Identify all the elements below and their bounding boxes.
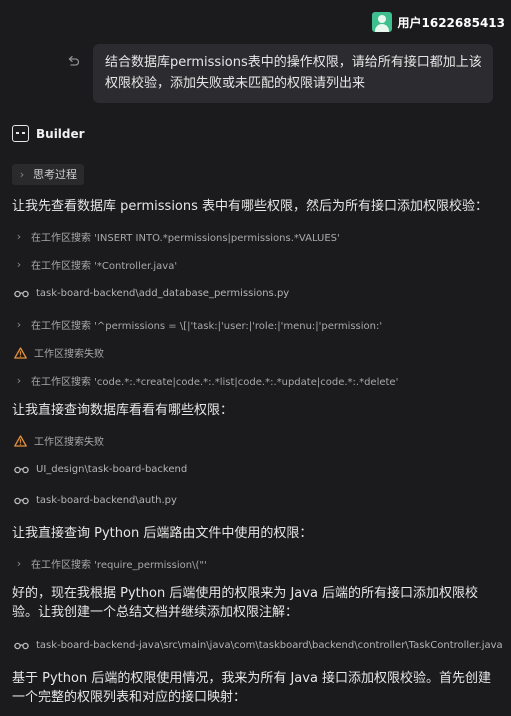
warning-icon [14, 434, 27, 447]
view-file-step[interactable]: task-board-backend-java\src\main\java\co… [14, 640, 503, 651]
assistant-name: Builder [36, 126, 85, 141]
assistant-header: Builder [12, 125, 85, 142]
step-text: 在工作区搜索 '*Controller.java' [31, 261, 178, 272]
search-step[interactable]: › 在工作区搜索 'INSERT INTO.*permissions|permi… [14, 229, 340, 244]
file-path: UI_design\task-board-backend [36, 464, 188, 475]
assistant-paragraph: 好的，现在我根据 Python 后端使用的权限来为 Java 后端的所有接口添加… [12, 586, 479, 620]
search-step[interactable]: › 在工作区搜索 '^permissions = \[|'task:|'user… [14, 317, 382, 332]
chevron-right-icon: › [19, 167, 25, 181]
step-text: 工作区搜索失败 [34, 349, 104, 360]
warning-icon [14, 346, 27, 359]
chevron-right-icon: › [16, 318, 22, 331]
chat-panel: 用户1622685413 结合数据库permissions表中的操作权限，请给所… [0, 0, 511, 716]
glasses-icon [14, 497, 29, 505]
glasses-icon [14, 466, 29, 474]
view-file-step[interactable]: UI_design\task-board-backend [14, 464, 187, 475]
search-step[interactable]: › 在工作区搜索 '*Controller.java' [14, 257, 177, 272]
glasses-icon [14, 642, 29, 650]
step-text: 工作区搜索失败 [34, 437, 104, 448]
think-process-toggle[interactable]: › 思考过程 [12, 164, 84, 185]
undo-icon[interactable] [66, 54, 80, 68]
file-path: task-board-backend\auth.py [36, 495, 177, 506]
chevron-right-icon: › [16, 258, 22, 271]
search-failed-step: 工作区搜索失败 [14, 345, 104, 360]
file-path: task-board-backend-java\src\main\java\co… [36, 640, 503, 651]
user-name: 用户1622685413 [397, 15, 506, 30]
step-text: 在工作区搜索 'INSERT INTO.*permissions|permiss… [31, 233, 340, 244]
chevron-right-icon: › [16, 230, 22, 243]
chevron-right-icon: › [16, 374, 22, 387]
search-step[interactable]: › 在工作区搜索 'code.*:.*create|code.*:.*list|… [14, 373, 399, 388]
file-path: task-board-backend\add_database_permissi… [36, 288, 290, 299]
user-header: 用户1622685413 [371, 12, 506, 32]
view-file-step[interactable]: task-board-backend\add_database_permissi… [14, 288, 289, 299]
glasses-icon [14, 290, 29, 298]
search-step[interactable]: › 在工作区搜索 'require_permission\("' [14, 556, 207, 571]
assistant-paragraph: 让我先查看数据库 permissions 表中有哪些权限，然后为所有接口添加权限… [12, 199, 489, 214]
builder-bot-icon [12, 125, 29, 142]
think-label: 思考过程 [33, 168, 77, 181]
assistant-paragraph: 基于 Python 后端的权限使用情况，我来为所有 Java 接口添加权限校验。… [12, 671, 492, 705]
chevron-right-icon: › [16, 557, 22, 570]
step-text: 在工作区搜索 '^permissions = \[|'task:|'user:|… [31, 321, 383, 332]
user-avatar-icon [371, 12, 392, 32]
view-file-step[interactable]: task-board-backend\auth.py [14, 495, 177, 506]
search-failed-step: 工作区搜索失败 [14, 433, 104, 448]
assistant-paragraph: 让我直接查询数据库看看有哪些权限： [12, 403, 234, 418]
step-text: 在工作区搜索 'require_permission\("' [31, 560, 207, 571]
assistant-paragraph: 让我直接查询 Python 后端路由文件中使用的权限： [12, 526, 313, 541]
step-text: 在工作区搜索 'code.*:.*create|code.*:.*list|co… [31, 377, 399, 388]
user-message-bubble: 结合数据库permissions表中的操作权限，请给所有接口都加上该权限校验，添… [93, 44, 493, 103]
